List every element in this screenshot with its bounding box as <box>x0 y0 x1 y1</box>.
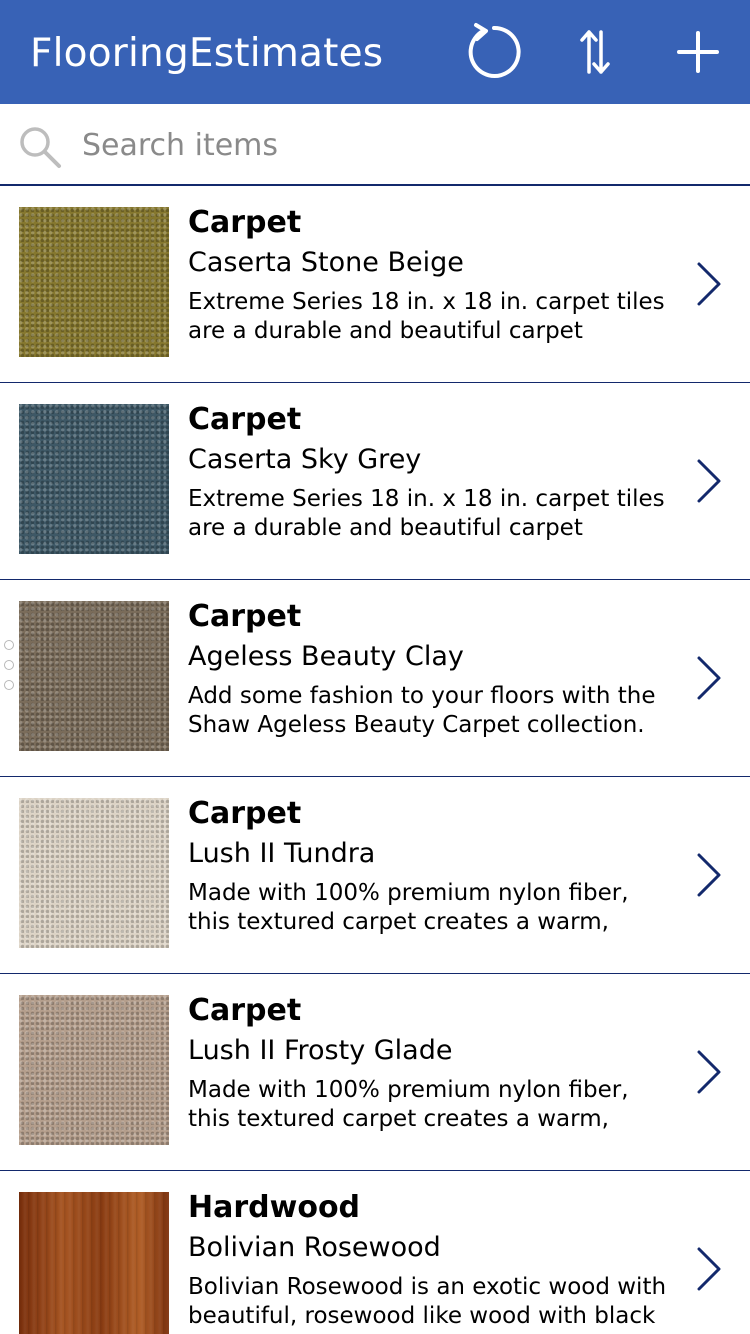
item-description: Made with 100% premium nylon fiber, this… <box>188 1077 629 1132</box>
add-button[interactable] <box>668 22 728 82</box>
search-input[interactable] <box>82 118 722 172</box>
item-text: Carpet Ageless Beauty Clay Add some fashio… <box>188 598 668 740</box>
item-description: Made with 100% premium nylon fiber, this… <box>188 880 629 935</box>
list-item[interactable]: Carpet Ageless Beauty Clay Add some fashio… <box>0 580 750 777</box>
item-text: Carpet Caserta Stone Beige Extreme Series … <box>188 204 668 346</box>
item-name: Lush II Tundra <box>188 838 376 869</box>
chevron-right-icon[interactable] <box>694 260 724 308</box>
refresh-button[interactable] <box>462 22 522 82</box>
list-item[interactable]: Hardwood Bolivian Rosewood Bolivian Rosewo… <box>0 1171 750 1334</box>
item-name: Caserta Stone Beige <box>188 247 464 278</box>
item-description: Extreme Series 18 in. x 18 in. carpet ti… <box>188 486 665 541</box>
items-gallery: Carpet Caserta Stone Beige Extreme Series … <box>0 186 750 1334</box>
product-thumbnail <box>19 1192 169 1334</box>
list-item[interactable]: Carpet Lush II Tundra Made with 100% premi… <box>0 777 750 974</box>
chevron-right-icon[interactable] <box>694 851 724 899</box>
sort-icon <box>580 30 610 74</box>
product-thumbnail <box>19 798 169 948</box>
product-thumbnail <box>19 404 169 554</box>
chevron-right-icon[interactable] <box>694 1245 724 1293</box>
app-title: FlooringEstimates <box>30 31 384 76</box>
item-description: Extreme Series 18 in. x 18 in. carpet ti… <box>188 289 665 344</box>
item-name: Bolivian Rosewood <box>188 1232 441 1263</box>
handle-dot <box>4 680 14 690</box>
item-name: Lush II Frosty Glade <box>188 1035 453 1066</box>
handle-dot <box>4 640 14 650</box>
item-category: Carpet <box>188 796 302 831</box>
product-thumbnail <box>19 601 169 751</box>
item-description: Add some fashion to your floors with the… <box>188 683 656 738</box>
item-category: Carpet <box>188 205 302 240</box>
chevron-right-icon[interactable] <box>694 1048 724 1096</box>
item-text: Carpet Lush II Tundra Made with 100% premi… <box>188 795 668 937</box>
handle-dot <box>4 660 14 670</box>
product-thumbnail <box>19 207 169 357</box>
title-bar: FlooringEstimates <box>0 0 750 104</box>
item-category: Hardwood <box>188 1190 361 1225</box>
item-category: Carpet <box>188 402 302 437</box>
list-item[interactable]: Carpet Caserta Sky Grey Extreme Series 18 … <box>0 383 750 580</box>
gallery-resize-handle[interactable] <box>4 640 16 700</box>
list-item[interactable]: Carpet Caserta Stone Beige Extreme Series … <box>0 186 750 383</box>
chevron-right-icon[interactable] <box>694 457 724 505</box>
item-name: Caserta Sky Grey <box>188 444 422 475</box>
item-text: Hardwood Bolivian Rosewood Bolivian Rosewo… <box>188 1189 668 1331</box>
item-name: Ageless Beauty Clay <box>188 641 464 672</box>
refresh-icon <box>468 23 521 78</box>
list-item[interactable]: Carpet Lush II Frosty Glade Made with 100%… <box>0 974 750 1171</box>
chevron-right-icon[interactable] <box>694 654 724 702</box>
item-category: Carpet <box>188 993 302 1028</box>
item-category: Carpet <box>188 599 302 634</box>
add-icon <box>677 31 719 73</box>
search-bar <box>0 104 750 186</box>
item-description: Bolivian Rosewood is an exotic wood with… <box>188 1274 667 1329</box>
item-text: Carpet Lush II Frosty Glade Made with 100%… <box>188 992 668 1134</box>
item-text: Carpet Caserta Sky Grey Extreme Series 18 … <box>188 401 668 543</box>
search-icon <box>17 124 63 170</box>
product-thumbnail <box>19 995 169 1145</box>
sort-button[interactable] <box>565 22 625 82</box>
